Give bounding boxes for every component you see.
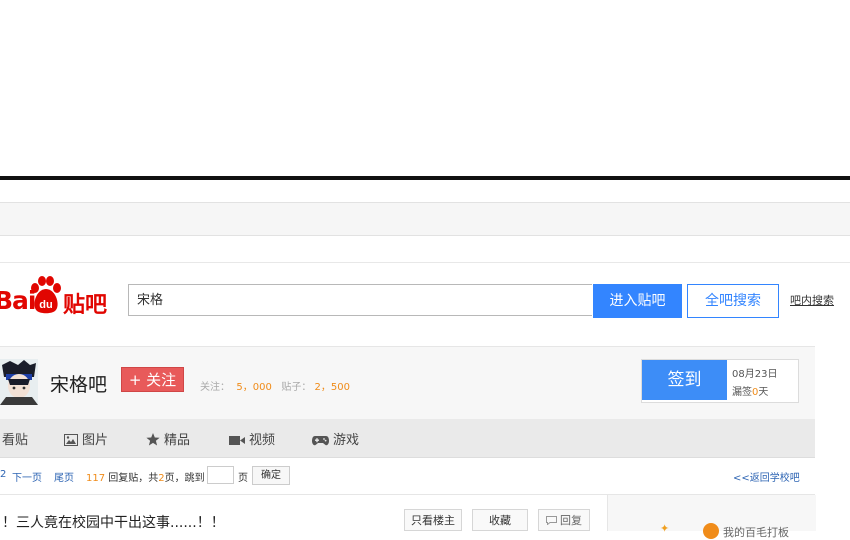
follow-count-label: 关注： <box>200 382 230 393</box>
forum-stats: 关注： 5，000 贴子： 2，500 <box>200 378 350 393</box>
tab-videos[interactable]: 视频 <box>229 429 275 448</box>
collect-button[interactable]: 收藏 <box>472 509 528 531</box>
missed-prefix: 漏签 <box>732 387 752 398</box>
video-icon <box>229 436 245 445</box>
tab-games[interactable]: 游戏 <box>312 429 359 448</box>
reply-button[interactable]: 回复 <box>538 509 590 531</box>
tab-featured[interactable]: 精品 <box>146 429 190 448</box>
post-count-label: 贴子： <box>281 382 312 393</box>
in-forum-search-link[interactable]: 吧内搜索 <box>790 292 834 308</box>
tertiary-nav-strip <box>0 236 850 263</box>
signin-missed: 漏签0天 <box>732 383 768 398</box>
sparkle-icon: ✦ <box>660 522 670 535</box>
reply-count: 117 <box>86 473 106 484</box>
enter-tieba-button[interactable]: 进入贴吧 <box>593 284 682 318</box>
blank-region <box>0 0 850 176</box>
post-count: 2，500 <box>314 382 350 393</box>
tab-label: 图片 <box>82 433 109 448</box>
tab-posts[interactable]: 看贴 <box>2 429 28 448</box>
missed-suffix: 天 <box>758 387 769 398</box>
back-to-forum-link[interactable]: <<返回学校吧 <box>733 469 800 484</box>
image-icon <box>64 434 78 446</box>
logo-du-text: du <box>39 299 52 311</box>
side-panel-title: 我的百毛打板 <box>723 526 789 539</box>
jump-confirm-button[interactable]: 确定 <box>252 466 290 485</box>
secondary-nav-strip <box>0 203 850 236</box>
page-link[interactable]: 2 <box>0 469 6 480</box>
gamepad-icon <box>312 436 329 446</box>
tab-images[interactable]: 图片 <box>64 429 108 448</box>
reply-label: 回复 <box>560 514 582 527</box>
all-tieba-search-button[interactable]: 全吧搜索 <box>687 284 779 318</box>
jump-page-input[interactable] <box>207 466 234 484</box>
tab-label: 视频 <box>249 433 276 448</box>
forum-avatar[interactable] <box>0 359 38 405</box>
signin-button[interactable]: 签到 <box>642 360 727 400</box>
search-input[interactable]: 宋格 <box>128 284 592 316</box>
tab-label: 精品 <box>164 433 191 448</box>
pages-text: 页，跳到 <box>164 473 205 484</box>
follow-button[interactable]: + 关注 <box>121 367 184 392</box>
star-icon <box>146 433 160 446</box>
follow-count: 5，000 <box>236 382 272 393</box>
tab-label: 游戏 <box>333 433 360 448</box>
signin-date: 08月23日 <box>732 369 778 380</box>
forum-tabs <box>0 419 815 458</box>
comment-icon <box>546 516 557 526</box>
post-title: ！三人竟在校园中干出这事......！！ <box>2 515 225 531</box>
last-page-link[interactable]: 尾页 <box>54 469 74 484</box>
tab-label: 看贴 <box>2 433 29 448</box>
anime-avatar-icon <box>0 359 38 405</box>
logo-tieba-text: 贴吧 <box>63 293 108 318</box>
pager-info: 117 回复贴，共2页，跳到 <box>86 469 205 484</box>
badge-icon <box>703 523 719 539</box>
reply-text: 回复贴，共 <box>108 473 159 484</box>
only-owner-button[interactable]: 只看楼主 <box>404 509 462 531</box>
page-unit: 页 <box>238 473 248 484</box>
baidu-tieba-logo[interactable]: Bai du 贴吧 <box>0 274 114 318</box>
next-page-link[interactable]: 下一页 <box>12 469 42 484</box>
top-nav-strip <box>0 180 850 203</box>
paw-logo-icon: du <box>31 276 61 314</box>
forum-name[interactable]: 宋格吧 <box>50 370 107 397</box>
